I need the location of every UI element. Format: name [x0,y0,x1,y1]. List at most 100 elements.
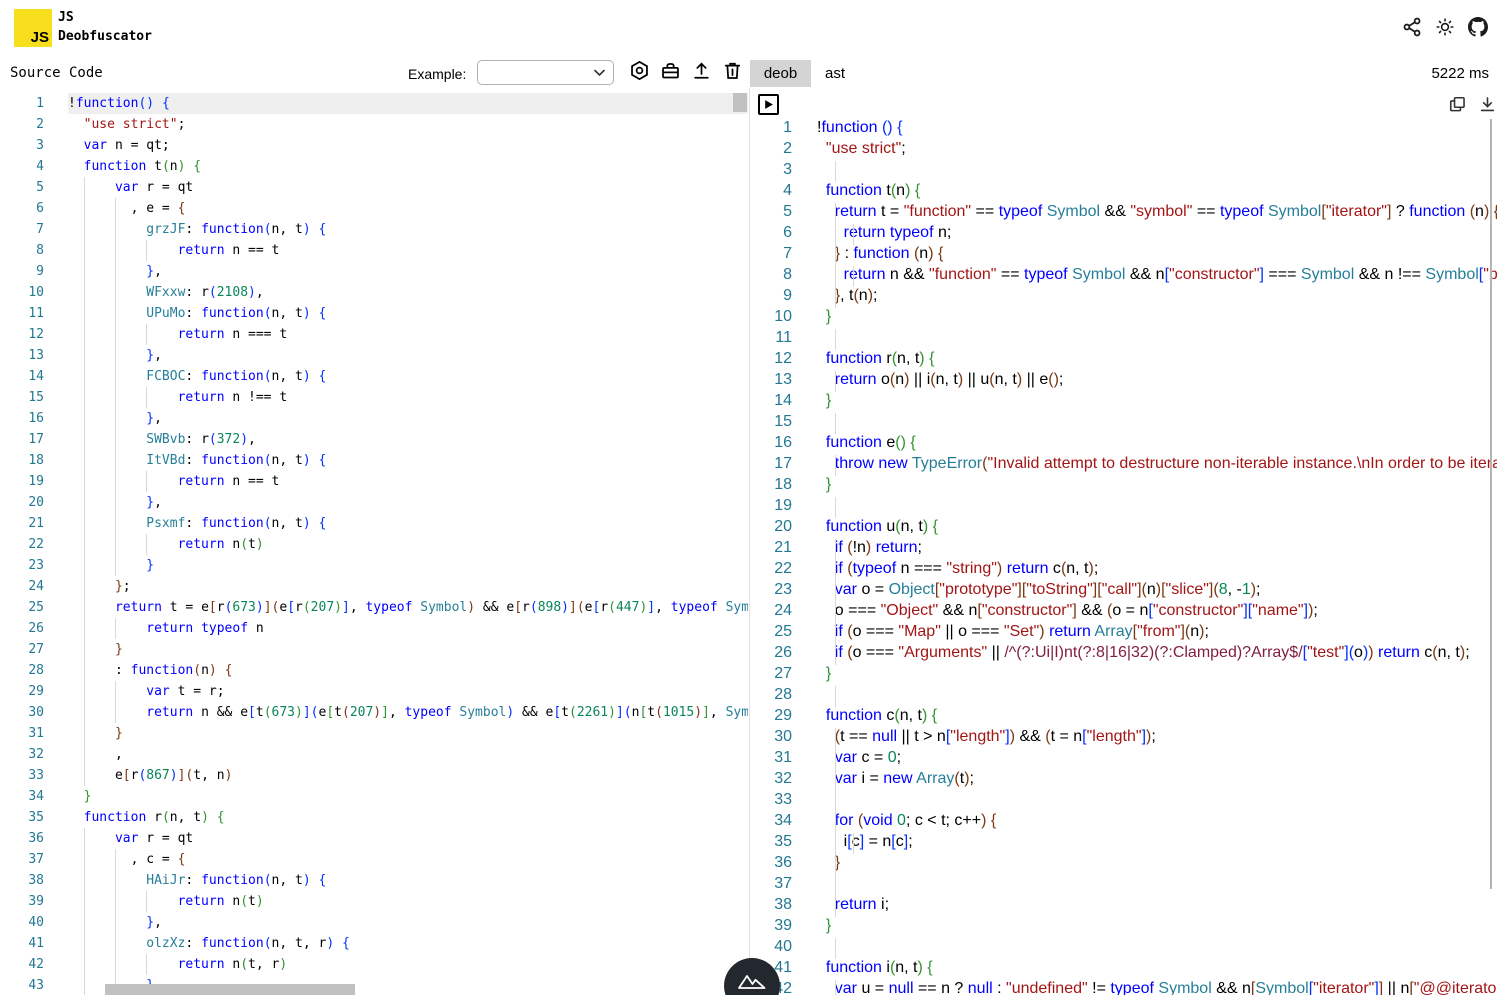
code-line[interactable]: function c(n, t) { [817,707,1497,728]
code-line[interactable]: return i; [817,896,1497,917]
code-line[interactable]: } : function (n) { [817,245,1497,266]
code-line[interactable] [817,497,1497,518]
code-line[interactable]: !function () { [817,119,1497,140]
code-line[interactable]: function t(n) { [68,156,748,177]
code-line[interactable]: for (void 0; c < t; c++) { [817,812,1497,833]
code-line[interactable] [817,161,1497,182]
code-line[interactable]: return n !== t [68,387,748,408]
code-line[interactable]: "use strict"; [68,114,748,135]
code-line[interactable]: function r(n, t) { [817,350,1497,371]
code-line[interactable]: }, [68,345,748,366]
code-line[interactable]: if (!n) return; [817,539,1497,560]
source-editor[interactable]: 1234567891011121314151617181920212223242… [0,93,748,995]
code-line[interactable]: }, [68,408,748,429]
code-line[interactable]: return n == t [68,240,748,261]
code-line[interactable]: ItVBd: function(n, t) { [68,450,748,471]
source-code-area[interactable]: !function() { "use strict"; var n = qt; … [50,93,748,995]
code-line[interactable]: return typeof n; [817,224,1497,245]
code-line[interactable]: }, t(n); [817,287,1497,308]
code-line[interactable]: var u = null == n ? null : "undefined" !… [817,980,1497,995]
code-line[interactable]: throw new TypeError("Invalid attempt to … [817,455,1497,476]
code-line[interactable]: return n(t, r) [68,954,748,975]
code-line[interactable]: }, [68,492,748,513]
code-line[interactable]: return n && "function" == typeof Symbol … [817,266,1497,287]
code-line[interactable]: : function(n) { [68,660,748,681]
code-line[interactable]: return n === t [68,324,748,345]
code-line[interactable]: var r = qt [68,828,748,849]
code-line[interactable]: !function() { [68,93,748,114]
code-line[interactable]: var n = qt; [68,135,748,156]
code-line[interactable]: } [817,308,1497,329]
code-line[interactable] [817,875,1497,896]
code-line[interactable]: return t = e[r(673)](e[r(207)], typeof S… [68,597,748,618]
code-line[interactable]: UPuMo: function(n, t) { [68,303,748,324]
code-line[interactable]: return n == t [68,471,748,492]
code-line[interactable]: } [817,476,1497,497]
code-line[interactable]: Psxmf: function(n, t) { [68,513,748,534]
code-line[interactable]: } [68,786,748,807]
output-code-area[interactable]: !function () { "use strict"; function t(… [798,119,1497,995]
source-horizontal-scrollbar[interactable] [105,984,355,995]
code-line[interactable]: e[r(867)](t, n) [68,765,748,786]
code-line[interactable]: o === "Object" && n["constructor"] && (o… [817,602,1497,623]
example-select[interactable] [477,60,614,85]
code-line[interactable]: if (o === "Map" || o === "Set") return A… [817,623,1497,644]
code-line[interactable]: WFxxw: r(2108), [68,282,748,303]
code-line[interactable]: var o = Object["prototype"]["toString"][… [817,581,1497,602]
code-line[interactable] [817,413,1497,434]
tab-ast[interactable]: ast [811,60,859,87]
code-line[interactable]: } [817,854,1497,875]
output-vertical-scrollbar[interactable] [1490,119,1492,889]
code-line[interactable]: var r = qt [68,177,748,198]
code-line[interactable]: return t = "function" == typeof Symbol &… [817,203,1497,224]
code-line[interactable]: , e = { [68,198,748,219]
code-line[interactable]: HAiJr: function(n, t) { [68,870,748,891]
code-line[interactable]: return o(n) || i(n, t) || u(n, t) || e()… [817,371,1497,392]
code-line[interactable] [817,938,1497,959]
upload-button[interactable] [689,59,713,85]
code-line[interactable]: function t(n) { [817,182,1497,203]
code-line[interactable] [817,329,1497,350]
theme-toggle-icon[interactable] [1435,17,1455,37]
code-line[interactable]: }; [68,576,748,597]
code-line[interactable]: FCBOC: function(n, t) { [68,366,748,387]
code-line[interactable]: olzXz: function(n, t, r) { [68,933,748,954]
code-line[interactable]: var t = r; [68,681,748,702]
code-line[interactable]: if (o === "Arguments" || /^(?:Ui|I)nt(?:… [817,644,1497,665]
code-line[interactable]: }, [68,912,748,933]
code-line[interactable]: function u(n, t) { [817,518,1497,539]
code-line[interactable]: grzJF: function(n, t) { [68,219,748,240]
github-icon[interactable] [1468,17,1488,37]
code-line[interactable]: } [817,665,1497,686]
code-line[interactable]: return typeof n [68,618,748,639]
beautify-button[interactable] [658,59,682,85]
code-line[interactable]: i[c] = n[c]; [817,833,1497,854]
run-button[interactable] [758,94,779,115]
code-line[interactable]: return n(t) [68,534,748,555]
code-line[interactable]: }, [68,261,748,282]
code-line[interactable]: return n && e[t(673)](e[t(207)], typeof … [68,702,748,723]
code-line[interactable]: if (typeof n === "string") return c(n, t… [817,560,1497,581]
code-line[interactable]: } [817,917,1497,938]
code-line[interactable]: (t == null || t > n["length"]) && (t = n… [817,728,1497,749]
tab-deob[interactable]: deob [750,60,811,87]
code-line[interactable]: SWBvb: r(372), [68,429,748,450]
code-line[interactable]: } [68,555,748,576]
source-vertical-scrollbar[interactable] [733,93,747,112]
code-line[interactable]: "use strict"; [817,140,1497,161]
share-icon[interactable] [1402,17,1422,37]
output-editor[interactable]: 1234567891011121314151617181920212223242… [750,119,1497,995]
code-line[interactable]: function i(n, t) { [817,959,1497,980]
code-line[interactable]: , c = { [68,849,748,870]
code-line[interactable]: function e() { [817,434,1497,455]
code-line[interactable]: function r(n, t) { [68,807,748,828]
code-line[interactable] [817,686,1497,707]
code-line[interactable]: var i = new Array(t); [817,770,1497,791]
code-line[interactable]: } [68,639,748,660]
settings-button[interactable] [627,59,651,85]
download-button[interactable] [1477,95,1497,115]
clear-button[interactable] [720,59,744,85]
code-line[interactable]: } [817,392,1497,413]
code-line[interactable]: } [68,723,748,744]
code-line[interactable]: var c = 0; [817,749,1497,770]
